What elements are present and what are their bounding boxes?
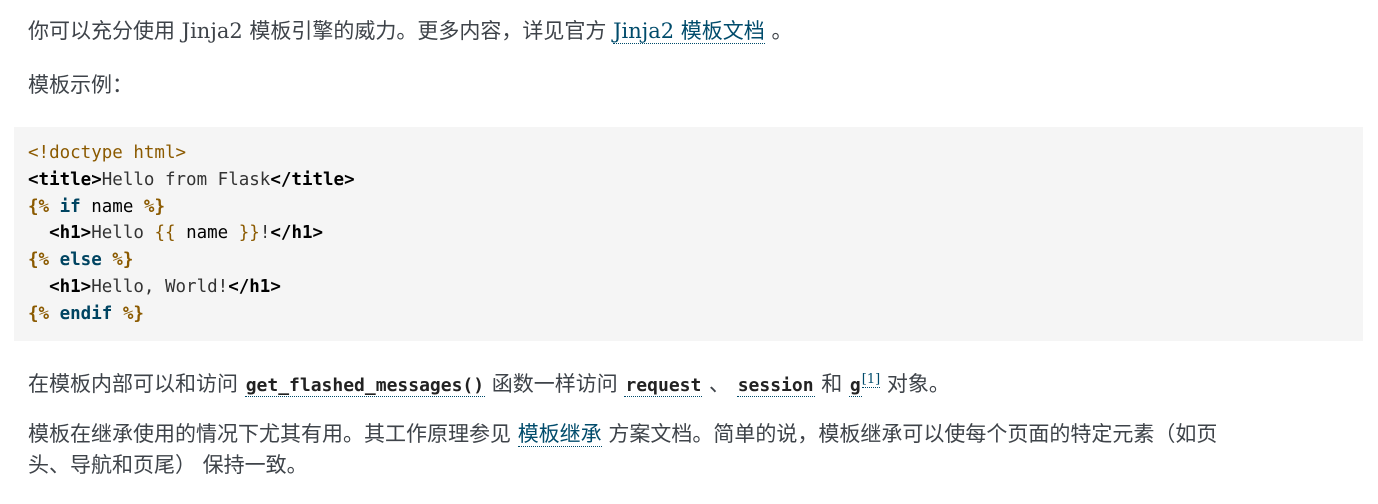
code-text: Hello, World! (91, 276, 229, 297)
request-link[interactable]: request (624, 375, 703, 397)
get-flashed-messages-link[interactable]: get_flashed_messages() (244, 375, 486, 397)
code-keyword: endif (49, 303, 123, 324)
intro-paragraph: 你可以充分使用 Jinja2 模板引擎的威力。更多内容，详见官方 Jinja2 … (28, 16, 793, 47)
code-delim: }} (238, 223, 260, 244)
code-name: name (91, 196, 134, 217)
code-delim: {% (28, 303, 50, 324)
code-delim: {% (28, 250, 50, 271)
inheritance-text: 模板在继承使用的情况下尤其有用。其工作原理参见 (28, 422, 518, 446)
footnote-link[interactable]: [1] (861, 372, 881, 388)
inheritance-text: 头、导航和页尾） 保持一致。 (28, 453, 308, 477)
code-delim: %} (112, 250, 134, 271)
code-tag: </title> (270, 169, 355, 190)
code-text: ! (259, 223, 271, 244)
context-text: 和 (814, 372, 849, 396)
context-text: 、 (702, 372, 737, 396)
code-delim: %} (133, 196, 165, 217)
template-inheritance-link[interactable]: 模板继承 (517, 422, 602, 447)
code-delim: {{ (154, 223, 176, 244)
context-paragraph: 在模板内部可以和访问 get_flashed_messages() 函数一样访问… (28, 364, 950, 401)
context-text: 在模板内部可以和访问 (28, 372, 245, 396)
code-tag: </h1> (270, 223, 324, 244)
code-name: name (175, 223, 239, 244)
code-tag: </h1> (228, 276, 281, 297)
session-link[interactable]: session (736, 375, 815, 397)
code-tag: <h1> (49, 223, 92, 244)
code-delim: %} (122, 303, 144, 324)
code-tag: <title> (28, 169, 102, 190)
intro-end: 。 (764, 19, 793, 43)
code-text: Hello from Flask (101, 169, 271, 190)
code-block: <!doctype html> <title>Hello from Flask<… (14, 127, 1363, 341)
intro-text: 你可以充分使用 Jinja2 模板引擎的威力。更多内容，详见官方 (28, 19, 614, 43)
inheritance-paragraph: 模板在继承使用的情况下尤其有用。其工作原理参见 模板继承 方案文档。简单的说，模… (28, 419, 1217, 481)
code-tag: <h1> (49, 276, 92, 297)
inheritance-text: 方案文档。简单的说，模板继承可以使每个页面的特定元素（如页 (601, 422, 1218, 446)
code-delim: {% (28, 196, 50, 217)
code-text: Hello (91, 223, 155, 244)
code-keyword: else (49, 250, 113, 271)
g-link[interactable]: g (848, 375, 862, 397)
jinja2-docs-link[interactable]: Jinja2 模板文档 (613, 19, 765, 44)
document-page: 你可以充分使用 Jinja2 模板引擎的威力。更多内容，详见官方 Jinja2 … (0, 0, 1378, 504)
context-text: 函数一样访问 (485, 372, 625, 396)
code-keyword: if (49, 196, 92, 217)
code-doctype: <!doctype html> (28, 143, 187, 163)
context-text: 对象。 (880, 372, 950, 396)
example-heading: 模板示例： (28, 73, 133, 97)
